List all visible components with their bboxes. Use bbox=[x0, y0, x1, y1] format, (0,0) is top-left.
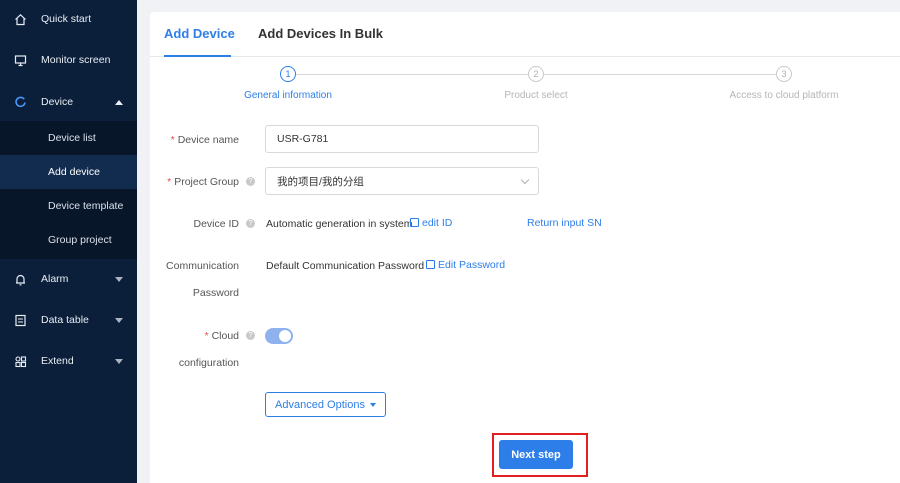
comm-password-label-line1: Communication bbox=[166, 260, 239, 272]
home-icon bbox=[13, 12, 27, 26]
nav-label: Quick start bbox=[41, 13, 92, 25]
nav-label: Alarm bbox=[41, 273, 69, 285]
monitor-icon bbox=[13, 53, 27, 67]
nav-data-table[interactable]: Data table bbox=[0, 301, 137, 339]
help-icon[interactable]: ? bbox=[246, 177, 255, 186]
nav-device[interactable]: Device bbox=[0, 83, 137, 121]
nav-label: Extend bbox=[41, 355, 74, 367]
chevron-down-icon bbox=[520, 175, 530, 185]
edit-id-link[interactable]: edit ID bbox=[410, 217, 452, 229]
step-3-indicator: 3 bbox=[776, 66, 792, 82]
cloud-config-label-line1: * Cloud bbox=[204, 330, 239, 342]
submenu-label: Add device bbox=[48, 166, 100, 178]
required-mark: * bbox=[170, 134, 175, 146]
chevron-down-icon bbox=[115, 317, 123, 323]
required-mark: * bbox=[204, 330, 209, 342]
nav-alarm[interactable]: Alarm bbox=[0, 260, 137, 298]
device-id-label: Device ID bbox=[193, 218, 239, 230]
comm-password-label-line2: Password bbox=[192, 287, 239, 299]
cloud-config-toggle[interactable] bbox=[265, 328, 293, 344]
device-id-value: Automatic generation in system bbox=[266, 218, 413, 230]
bell-icon bbox=[13, 272, 27, 286]
step-2-indicator: 2 bbox=[528, 66, 544, 82]
submenu-label: Group project bbox=[48, 234, 112, 246]
submenu-label: Device list bbox=[48, 132, 96, 144]
chevron-down-icon bbox=[115, 276, 123, 282]
submenu-device-list[interactable]: Device list bbox=[0, 121, 137, 155]
step-1-label: General information bbox=[244, 90, 332, 101]
nav-extend[interactable]: Extend bbox=[0, 342, 137, 380]
advanced-options-button[interactable]: Advanced Options bbox=[265, 392, 386, 417]
help-icon[interactable]: ? bbox=[246, 331, 255, 340]
grid-icon bbox=[13, 354, 27, 368]
sidebar: Quick start Monitor screen Device Device… bbox=[0, 0, 137, 483]
next-step-button[interactable]: Next step bbox=[499, 440, 573, 469]
submenu-add-device[interactable]: Add device bbox=[0, 155, 137, 189]
device-submenu: Device list Add device Device template G… bbox=[0, 121, 137, 259]
nav-label: Data table bbox=[41, 314, 89, 326]
project-group-select[interactable]: 我的项目/我的分组 bbox=[265, 167, 539, 195]
help-icon[interactable]: ? bbox=[246, 219, 255, 228]
step-3-label: Access to cloud platform bbox=[729, 90, 839, 101]
step-1-indicator: 1 bbox=[280, 66, 296, 82]
step-2-label: Product select bbox=[504, 90, 568, 101]
chevron-up-icon bbox=[115, 99, 123, 105]
step-connector bbox=[296, 74, 528, 75]
nav-label: Monitor screen bbox=[41, 54, 111, 66]
chevron-down-icon bbox=[115, 358, 123, 364]
device-name-input[interactable]: USR-G781 bbox=[265, 125, 539, 153]
submenu-group-project[interactable]: Group project bbox=[0, 223, 137, 257]
cloud-config-label-line2: configuration bbox=[178, 357, 239, 369]
edit-password-link[interactable]: Edit Password bbox=[426, 259, 505, 271]
nav-label: Device bbox=[41, 96, 74, 108]
project-group-label: * Project Group bbox=[167, 176, 239, 188]
device-name-label: * Device name bbox=[170, 134, 239, 146]
submenu-device-template[interactable]: Device template bbox=[0, 189, 137, 223]
tab-add-device[interactable]: Add Device bbox=[164, 26, 235, 41]
table-icon bbox=[13, 313, 27, 327]
tab-add-devices-in-bulk[interactable]: Add Devices In Bulk bbox=[258, 26, 383, 41]
comm-password-value: Default Communication Password bbox=[266, 260, 425, 272]
step-connector bbox=[544, 74, 776, 75]
caret-down-icon bbox=[369, 402, 376, 407]
edit-icon bbox=[410, 218, 419, 227]
edit-icon bbox=[426, 260, 435, 269]
return-input-sn-link[interactable]: Return input SN bbox=[527, 217, 602, 229]
device-icon bbox=[13, 95, 27, 109]
submenu-label: Device template bbox=[48, 200, 124, 212]
add-device-card: Add Device Add Devices In Bulk 1 2 3 Gen… bbox=[150, 12, 900, 483]
tab-active-indicator bbox=[164, 55, 231, 57]
tab-bar: Add Device Add Devices In Bulk bbox=[150, 12, 900, 57]
nav-quick-start[interactable]: Quick start bbox=[0, 0, 137, 38]
toggle-knob bbox=[279, 330, 291, 342]
required-mark: * bbox=[167, 176, 172, 188]
nav-monitor-screen[interactable]: Monitor screen bbox=[0, 41, 137, 79]
